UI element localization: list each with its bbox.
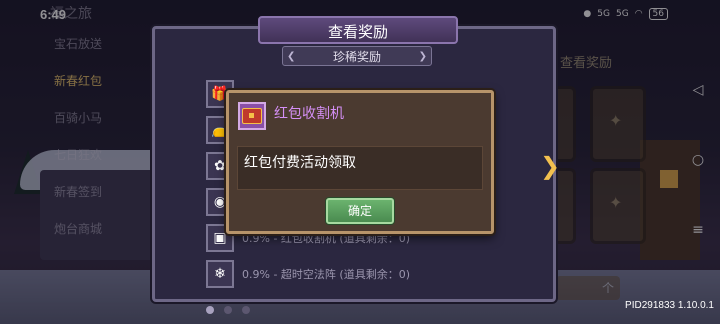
page-dot[interactable]	[224, 306, 232, 314]
chest-icon	[238, 102, 266, 130]
dialog-title: 红包收割机	[274, 106, 344, 122]
right-arrow-icon: ❯	[418, 51, 427, 62]
panel-subtitle: ❮ 珍稀奖励 ❯	[282, 46, 432, 66]
reward-row: ❄ 0.9% - 超时空法阵 (道具剩余：0)	[206, 260, 536, 290]
page-dot[interactable]	[206, 306, 214, 314]
reward-text: 0.9% - 超时空法阵 (道具剩余：0)	[242, 268, 410, 281]
confirm-button[interactable]: 确定	[326, 198, 394, 224]
panel-title: 查看奖励	[258, 16, 458, 44]
left-arrow-icon: ❮	[287, 51, 296, 62]
snowflake-icon: ❄	[206, 260, 234, 288]
dialog-description: 红包付费活动领取	[244, 155, 356, 171]
page-dot[interactable]	[242, 306, 250, 314]
next-page-arrow-icon[interactable]: ❯	[540, 152, 560, 180]
build-id: PID291833 1.10.0.1	[625, 300, 714, 311]
page-indicator	[206, 306, 250, 314]
